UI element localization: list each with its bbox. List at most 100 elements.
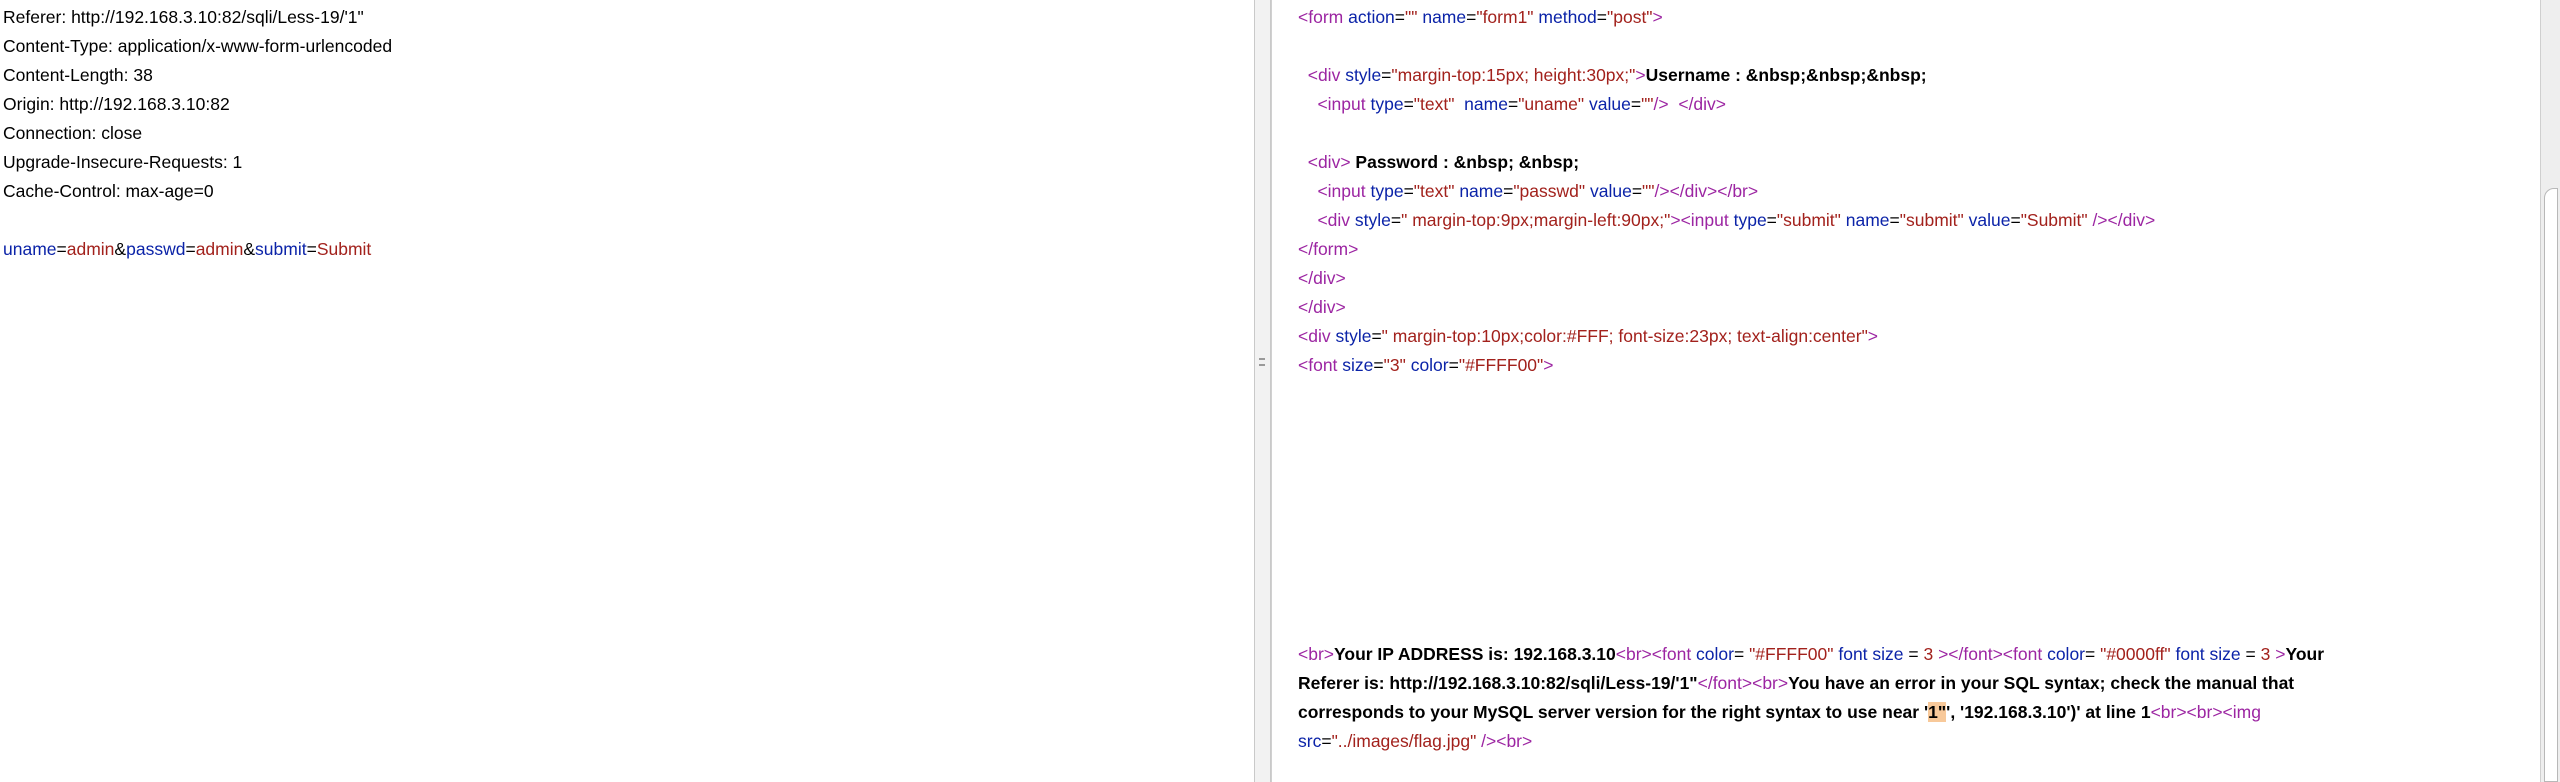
token-val: "margin-top:15px; height:30px;" [1391,65,1636,85]
response-scrollbar-thumb[interactable] [2544,188,2558,782]
token-val: " margin-top:10px;color:#FFF; font-size:… [1381,326,1868,346]
token-val: " margin-top:9px;margin-left:90px;" [1401,210,1671,230]
token-bold: Username : &nbsp;&nbsp;&nbsp; [1645,65,1927,85]
token-attr: action [1348,7,1395,27]
token-tag: <br><br><img [2150,702,2261,722]
token-txt: = [1403,181,1414,201]
token-val: "text" [1413,181,1455,201]
token-attr: uname [3,239,57,259]
token-bold: corresponds to your MySQL server version… [1298,702,1929,722]
token-val: admin [195,239,244,259]
request-editor[interactable]: Referer: http://192.168.3.10:82/sqli/Les… [0,0,1254,782]
request-header-line: Upgrade-Insecure-Requests: 1 [3,152,243,172]
response-source-line: src="../images/flag.jpg" /><br> [1298,727,1532,756]
split-pane-divider[interactable] [1254,0,1271,782]
token-txt: = [185,239,196,259]
token-attr: passwd [126,239,186,259]
token-val: 3 [2260,644,2271,664]
token-tag: </form> [1298,239,1359,259]
token-tag: <input [1317,94,1371,114]
token-tag: </font><br> [1697,673,1789,693]
token-txt: = [1403,94,1414,114]
token-attr: value [1589,94,1631,114]
token-attr: type [1370,181,1404,201]
token-txt: = [1373,355,1384,375]
divider-grip-icon [1259,358,1265,360]
token-txt: = [2240,644,2261,664]
request-body: uname=admin&passwd=admin&submit=Submit [3,235,371,264]
token-txt: = [306,239,317,259]
response-source-line: <div style=" margin-top:9px;margin-left:… [1298,206,2155,235]
token-attr: color [2047,644,2086,664]
token-txt: = [1889,210,1900,230]
token-val: "Submit" [2020,210,2088,230]
token-bold: You have an error in your SQL syntax; ch… [1788,673,2295,693]
response-source-line: <br>Your IP ADDRESS is: 192.168.3.10<br>… [1298,640,2324,669]
token-txt: = [1321,731,1332,751]
token-attr: style [1354,210,1391,230]
token-bold: Password : &nbsp; &nbsp; [1350,152,1580,172]
token-attr: size [1342,355,1374,375]
token-tag: </div> [1298,268,1346,288]
token-tag: <input [1317,181,1371,201]
token-val: Submit [316,239,372,259]
token-tag: ></font><font [1933,644,2048,664]
token-txt: = [1630,94,1642,114]
response-editor[interactable]: <form action="" name="form1" method="pos… [1271,0,2541,782]
token-val: 3 [1923,644,1934,664]
token-attr: name [1459,181,1504,201]
token-val: "" [1642,181,1655,201]
token-val: "" [1405,7,1418,27]
response-source-line: <font size="3" color="#FFFF00"> [1298,351,1553,380]
token-txt: = [1371,326,1382,346]
token-attr: font size [1838,644,1904,664]
token-tag: <br> [1298,644,1334,664]
token-tag: <div [1307,65,1346,85]
token-tag: /><br> [1476,731,1533,751]
token-tag: > [1635,65,1646,85]
token-val: "form1" [1476,7,1534,27]
response-source-line: <div style=" margin-top:10px;color:#FFF;… [1298,322,1878,351]
token-attr: submit [255,239,307,259]
token-val: "../images/flag.jpg" [1331,731,1477,751]
token-val: admin [66,239,115,259]
token-attr: name [1422,7,1467,27]
token-attr: name [1845,210,1890,230]
response-source-line: <input type="text" name="passwd" value="… [1298,177,1758,206]
token-hl: 1" [1928,702,1947,722]
token-tag: </div> [1678,94,1727,114]
token-txt: = [1631,181,1643,201]
token-txt: = [1466,7,1477,27]
request-header-line: Origin: http://192.168.3.10:82 [3,94,230,114]
token-val: "text" [1413,94,1455,114]
token-bold: Your [2285,644,2325,664]
token-val: "#FFFF00" [1458,355,1544,375]
response-source-line: <input type="text" name="uname" value=""… [1298,90,1726,119]
token-attr: type [1733,210,1767,230]
token-tag: <br><font [1615,644,1697,664]
token-tag: > [2270,644,2286,664]
token-val: "3" [1383,355,1406,375]
token-txt: & [243,239,256,259]
token-tag: > [1652,7,1663,27]
token-txt: = [1503,181,1514,201]
token-attr: src [1298,731,1322,751]
response-source-line: Referer is: http://192.168.3.10:82/sqli/… [1298,669,2294,698]
response-source-line: <form action="" name="form1" method="pos… [1298,3,1663,32]
token-val: "submit" [1776,210,1841,230]
response-source-line: corresponds to your MySQL server version… [1298,698,2261,727]
token-attr: style [1345,65,1382,85]
token-attr: color [1410,355,1449,375]
token-txt: = [56,239,67,259]
token-val: "passwd" [1513,181,1586,201]
token-val: "#0000ff" [2100,644,2171,664]
token-tag: ><input [1670,210,1734,230]
response-source-line: </div> [1298,293,1346,322]
response-source-line: </div> [1298,264,1346,293]
token-tag: <form [1298,7,1349,27]
